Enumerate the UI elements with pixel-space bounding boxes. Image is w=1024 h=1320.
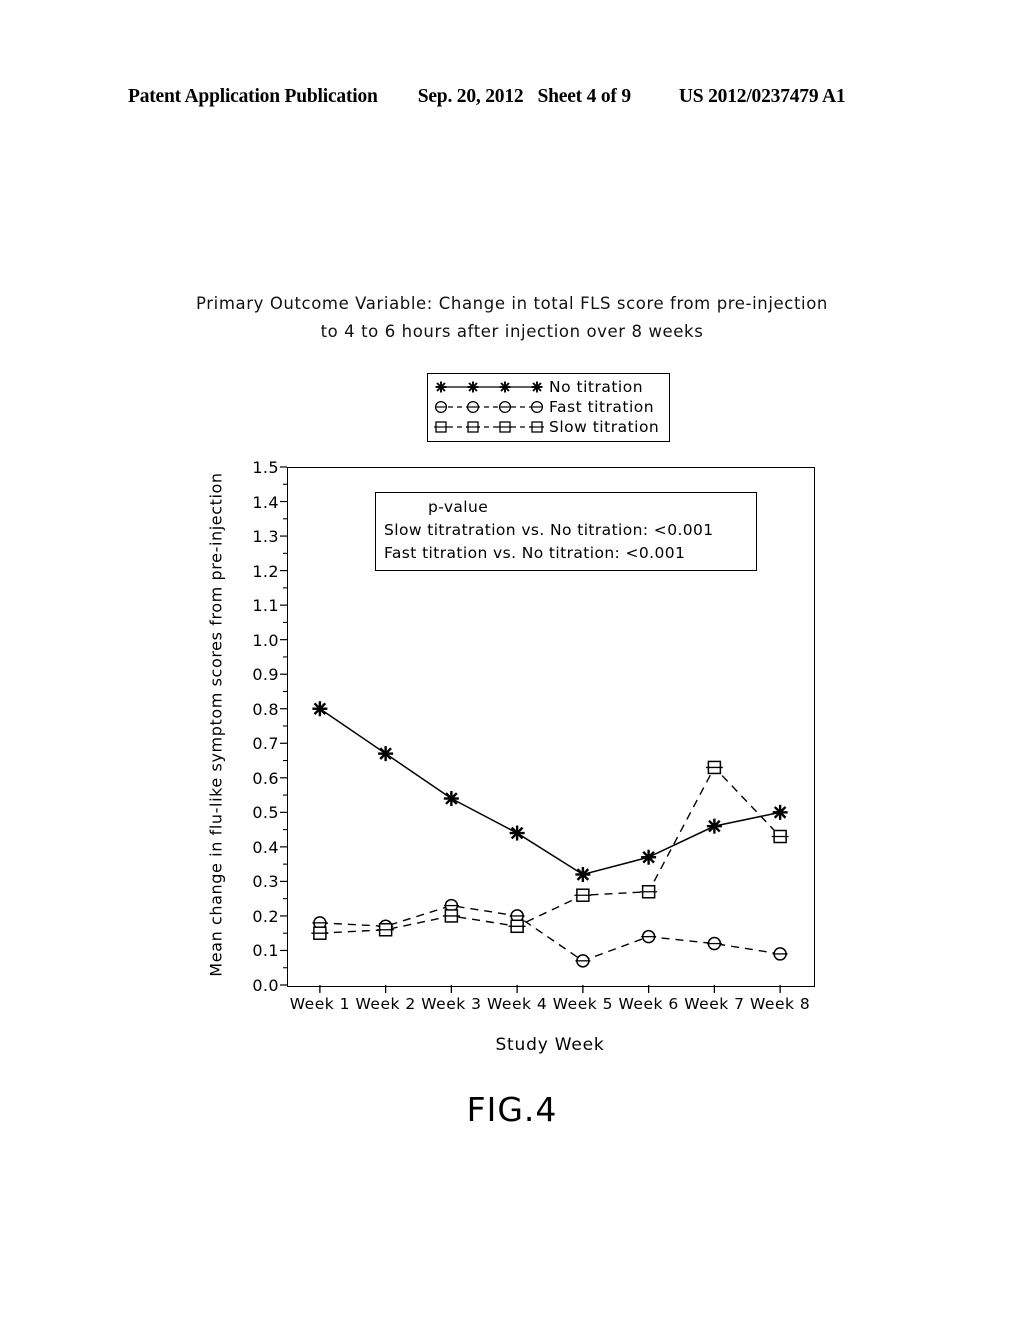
square-marker-icon — [433, 418, 545, 436]
y-tick-label: 1.1 — [252, 596, 279, 616]
y-tick-label: 0.3 — [252, 872, 279, 892]
p-value-heading: p-value — [428, 498, 489, 516]
legend-item-no-titration: No titration — [433, 377, 664, 397]
p-value-slow-line: Slow titratration vs. No titration: <0.0… — [384, 521, 714, 539]
y-tick-label: 0.7 — [252, 734, 279, 754]
legend-label-fast-titration: Fast titration — [549, 398, 655, 416]
y-tick-label: 0.4 — [252, 837, 279, 857]
y-tick-label: 0.2 — [252, 906, 279, 926]
y-tick-label: 0.8 — [252, 699, 279, 719]
x-axis-title: Study Week — [495, 1035, 605, 1055]
legend-item-fast-titration: Fast titration — [433, 397, 664, 417]
patent-header: Patent Application Publication Sep. 20, … — [128, 86, 896, 112]
figure-caption: FIG.4 — [466, 1090, 558, 1129]
p-value-fast-line: Fast titration vs. No titration: <0.001 — [384, 544, 686, 562]
sheet-number: Sheet 4 of 9 — [537, 86, 631, 107]
x-axis-tick-labels: Week 1 Week 2 Week 3 Week 4 Week 5 Week 6 Week… — [287, 995, 813, 1019]
y-tick-label: 0.1 — [252, 941, 279, 961]
y-tick-label: 0.9 — [252, 665, 279, 685]
legend-item-slow-titration: Slow titration — [433, 417, 664, 437]
y-axis-tick-labels: 1.5 1.4 1.3 1.2 1.1 1.0 0.9 0.8 0.7 0.6 0.5 0.4 0.3 0… — [227, 458, 279, 995]
figure-4: Primary Outcome Variable: Change in tota… — [0, 280, 1024, 1160]
series-no-titration — [312, 701, 788, 882]
y-tick-label: 1.5 — [252, 458, 279, 477]
legend-label-slow-titration: Slow titration — [549, 418, 660, 436]
y-tick-label: 1.2 — [252, 561, 279, 581]
asterisk-marker-icon — [433, 378, 545, 396]
y-tick-label: 1.0 — [252, 630, 279, 650]
y-tick-label: 0.6 — [252, 768, 279, 788]
y-tick-label: 0.0 — [252, 976, 279, 995]
patent-number: US 2012/0237479 A1 — [678, 86, 846, 107]
chart-title-line-1: Primary Outcome Variable: Change in tota… — [196, 294, 828, 313]
chart-legend: No titration Fast titration Slow titrati… — [427, 373, 670, 442]
y-tick-label: 0.5 — [252, 803, 279, 823]
chart-title: Primary Outcome Variable: Change in tota… — [0, 290, 1024, 346]
data-series — [311, 701, 789, 968]
publication-date: Sep. 20, 2012 — [417, 86, 524, 107]
legend-label-no-titration: No titration — [549, 378, 644, 396]
circle-marker-icon — [433, 398, 545, 416]
y-tick-label: 1.3 — [252, 527, 279, 547]
x-tick-label: Week 8 — [749, 995, 811, 1013]
chart-title-line-2: to 4 to 6 hours after injection over 8 w… — [320, 322, 704, 341]
series-slow-titration — [311, 760, 789, 940]
y-tick-label: 1.4 — [252, 492, 279, 512]
p-value-annotation: p-value Slow titratration vs. No titrati… — [375, 492, 757, 571]
publication-label: Patent Application Publication — [128, 86, 378, 107]
y-axis-title: Mean change in flu-like symptom scores f… — [206, 472, 226, 977]
